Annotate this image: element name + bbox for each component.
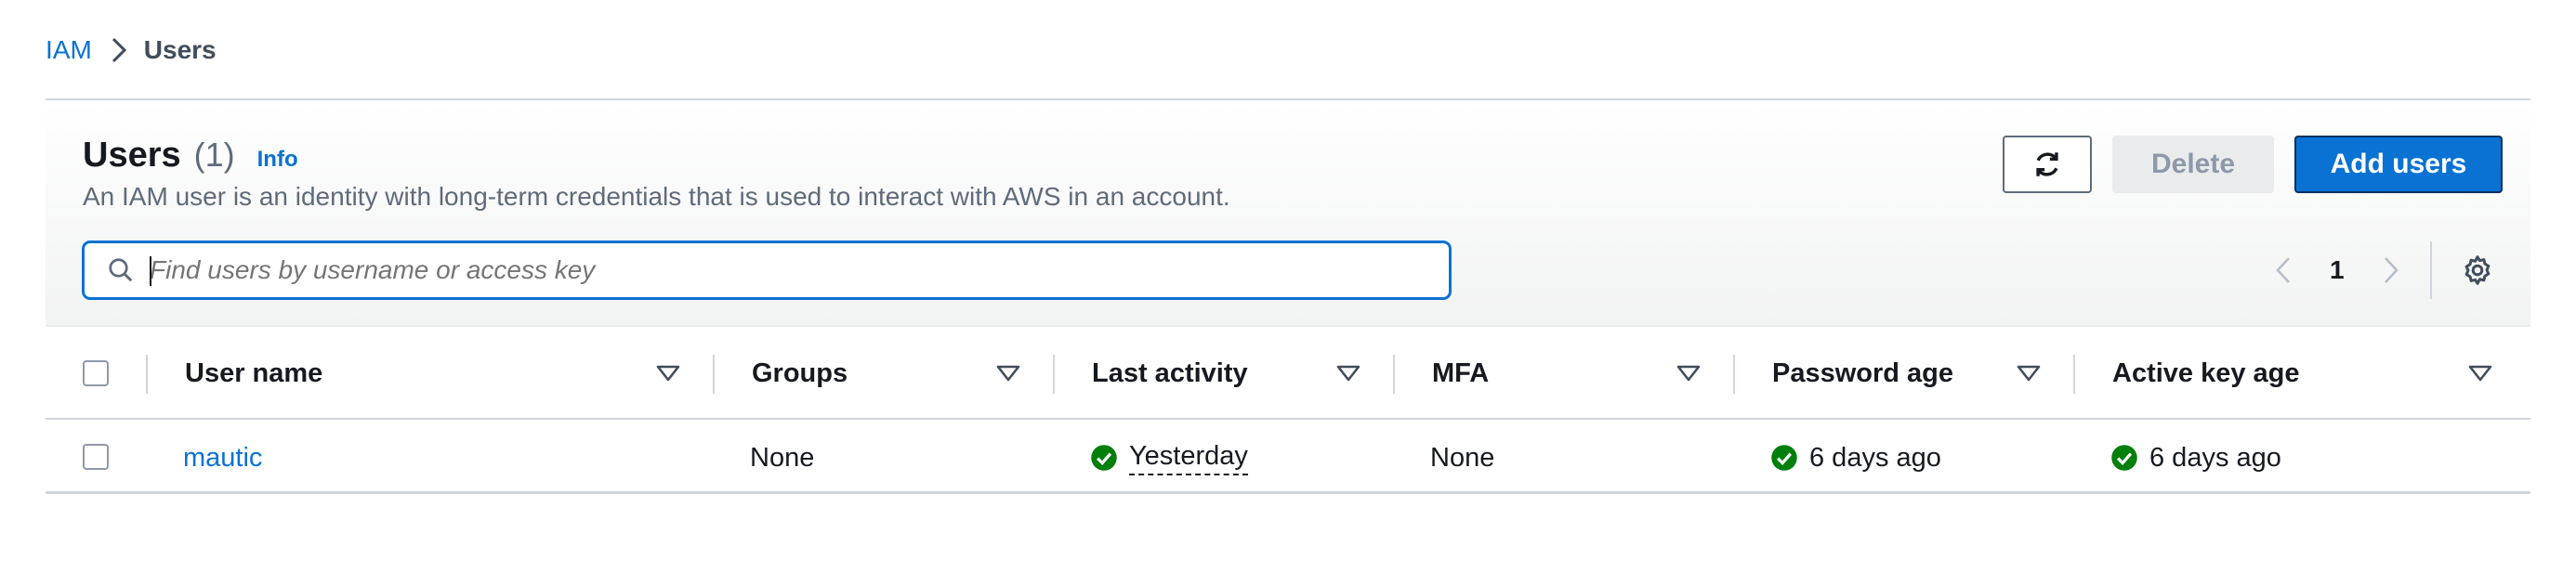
column-divider bbox=[1393, 355, 1395, 394]
column-header-active-key-age[interactable]: Active key age bbox=[2112, 327, 2300, 420]
column-header-user-name[interactable]: User name bbox=[185, 327, 322, 420]
column-header-mfa[interactable]: MFA bbox=[1432, 327, 1489, 420]
add-users-button[interactable]: Add users bbox=[2294, 136, 2503, 193]
sort-caret-icon[interactable] bbox=[655, 362, 681, 384]
column-header-groups[interactable]: Groups bbox=[752, 327, 848, 420]
users-count: (1) bbox=[193, 136, 235, 174]
row-checkbox[interactable] bbox=[83, 444, 109, 470]
column-divider bbox=[146, 355, 148, 394]
column-header-last-activity[interactable]: Last activity bbox=[1092, 327, 1248, 420]
column-divider bbox=[1733, 355, 1735, 394]
search-input[interactable] bbox=[150, 255, 1413, 285]
users-panel: Users (1) Info An IAM user is an identit… bbox=[46, 98, 2530, 494]
page-description: An IAM user is an identity with long-ter… bbox=[83, 182, 1230, 211]
breadcrumb-iam-link[interactable]: IAM bbox=[46, 35, 92, 65]
table-row: mautic None Yesterday None 6 days ago 6 … bbox=[46, 422, 2530, 494]
page-title: Users bbox=[83, 136, 181, 175]
sort-caret-icon[interactable] bbox=[2016, 362, 2042, 384]
gear-icon[interactable] bbox=[2460, 253, 2495, 288]
info-link[interactable]: Info bbox=[257, 147, 298, 173]
active-key-age-value: 6 days ago bbox=[2149, 442, 2281, 473]
success-check-icon bbox=[1091, 445, 1117, 471]
sort-caret-icon[interactable] bbox=[2467, 362, 2493, 384]
active-key-age-cell: 6 days ago bbox=[2110, 422, 2281, 494]
breadcrumb-current: Users bbox=[143, 35, 217, 64]
previous-page-icon[interactable] bbox=[2265, 247, 2302, 293]
delete-button[interactable]: Delete bbox=[2112, 136, 2274, 193]
panel-header: Users (1) Info An IAM user is an identit… bbox=[46, 100, 2530, 327]
current-page[interactable]: 1 bbox=[2330, 255, 2345, 285]
column-divider bbox=[713, 355, 715, 394]
sort-caret-icon[interactable] bbox=[1335, 362, 1361, 384]
pagination: 1 bbox=[2265, 247, 2410, 293]
last-activity-value[interactable]: Yesterday bbox=[1129, 441, 1248, 475]
next-page-icon[interactable] bbox=[2372, 247, 2410, 293]
refresh-button[interactable] bbox=[2003, 136, 2092, 193]
refresh-icon bbox=[2036, 152, 2058, 176]
search-box[interactable] bbox=[83, 241, 1451, 299]
search-icon bbox=[105, 254, 137, 286]
groups-cell: None bbox=[750, 442, 815, 473]
text-caret bbox=[150, 256, 151, 286]
column-header-password-age[interactable]: Password age bbox=[1772, 327, 1953, 420]
title-row: Users (1) Info bbox=[83, 136, 298, 176]
table-header: User name Groups Last activity MFA Passw… bbox=[46, 327, 2530, 420]
pager-divider bbox=[2430, 241, 2432, 299]
user-name-link[interactable]: mautic bbox=[183, 443, 262, 474]
sort-caret-icon[interactable] bbox=[1676, 362, 1702, 384]
column-divider bbox=[2073, 355, 2075, 394]
password-age-value: 6 days ago bbox=[1809, 442, 1941, 473]
breadcrumb: IAM Users bbox=[46, 32, 217, 69]
success-check-icon bbox=[2111, 445, 2137, 471]
password-age-cell: 6 days ago bbox=[1770, 422, 1941, 494]
success-check-icon bbox=[1771, 445, 1797, 471]
select-all-checkbox[interactable] bbox=[83, 360, 109, 386]
sort-caret-icon[interactable] bbox=[995, 362, 1021, 384]
column-divider bbox=[1053, 355, 1055, 394]
chevron-right-icon bbox=[111, 36, 127, 64]
mfa-cell: None bbox=[1430, 442, 1495, 473]
last-activity-cell: Yesterday bbox=[1090, 422, 1248, 494]
